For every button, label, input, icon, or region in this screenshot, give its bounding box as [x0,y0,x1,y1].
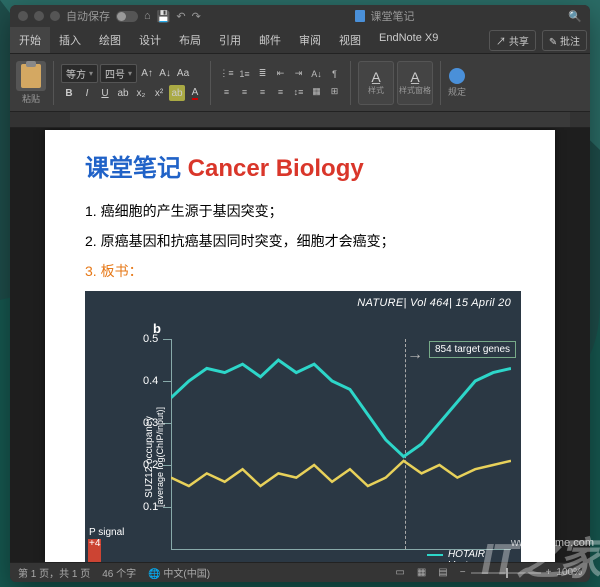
titlebar: 自动保存 ⌂ 💾 ↶ ↷ 课堂笔记 🔍 [10,5,590,27]
indent-left-icon[interactable]: ⇤ [272,65,289,82]
tab-insert[interactable]: 插入 [50,27,90,53]
tab-draw[interactable]: 绘图 [90,27,130,53]
subscript-icon[interactable]: x₂ [133,85,149,101]
tab-references[interactable]: 引用 [210,27,250,53]
font-size-dropdown[interactable]: 四号▾ [100,64,137,83]
page-title: 课堂笔记 Cancer Biology [85,148,525,183]
strike-icon[interactable]: ab [115,85,131,101]
chart-plot [171,339,511,549]
chevron-down-icon: ▾ [89,69,93,78]
chevron-down-icon: ▾ [128,69,132,78]
zoom-in-icon[interactable]: + [546,567,552,578]
document-icon [355,10,365,22]
zoom-value[interactable]: 100% [556,567,582,578]
highlight-icon[interactable]: ab [169,85,185,101]
align-left-icon[interactable]: ≡ [218,83,235,100]
search-icon[interactable]: 🔍 [568,10,582,23]
tab-review[interactable]: 审阅 [290,27,330,53]
doc-line-3: 3. 板书： [85,261,525,281]
statusbar: 第 1 页，共 1 页 46 个字 🌐 中文(中国) ▭ ▦ ▤ − + 100… [10,562,590,582]
close-icon[interactable] [18,11,28,21]
shading-icon[interactable]: ▦ [308,83,325,100]
status-page[interactable]: 第 1 页，共 1 页 [18,565,90,580]
align-center-icon[interactable]: ≡ [236,83,253,100]
legend-swatch-hotair [427,554,443,556]
bullet-list-icon[interactable]: ⋮≡ [218,65,235,82]
chart-source-label: NATURE| Vol 464| 15 April 20 [357,297,511,309]
paste-group[interactable]: 粘贴 [16,61,46,105]
print-layout-icon[interactable]: ▦ [417,567,426,578]
increase-font-icon[interactable]: A↑ [139,66,155,82]
menubar: 开始 插入 绘图 设计 布局 引用 邮件 审阅 视图 EndNote X9 ↗ … [10,27,590,54]
y-axis-label: SUZ12 occupancy[average log(ChIP/input)] [144,407,166,507]
status-lang[interactable]: 🌐 中文(中国) [148,565,210,580]
show-marks-icon[interactable]: ¶ [326,65,343,82]
redo-icon[interactable]: ↷ [192,10,201,23]
align-right-icon[interactable]: ≡ [254,83,271,100]
web-layout-icon[interactable]: ▤ [438,567,447,578]
tab-design[interactable]: 设计 [130,27,170,53]
zoom-out-icon[interactable]: − [460,567,466,578]
zoom-control[interactable]: − + 100% [460,567,582,578]
autosave-toggle[interactable] [116,11,138,22]
share-button[interactable]: ↗ 共享 [489,30,536,51]
font-color-icon[interactable]: A [187,85,203,101]
ruler-label: 规定 [448,85,466,98]
undo-icon[interactable]: ↶ [176,10,185,23]
styles-pane-button[interactable]: A̲样式窗格 [397,61,433,105]
ruler-horizontal[interactable] [10,112,590,128]
window-controls[interactable] [18,11,60,21]
tab-endnote[interactable]: EndNote X9 [370,27,447,53]
doc-line-1: 1. 癌细胞的产生源于基因突变； [85,201,525,221]
comment-button[interactable]: ✎ 批注 [542,30,587,51]
tab-home[interactable]: 开始 [10,27,50,53]
watermark-url: www.ithome.com [511,537,594,549]
autosave-label[interactable]: 自动保存 [66,8,110,24]
dictation-icon[interactable] [449,68,465,84]
chart-legend: HOTAIR Vector [427,549,485,562]
underline-icon[interactable]: U [97,85,113,101]
save-icon[interactable]: 💾 [157,10,171,23]
styles-button[interactable]: A̲样式 [358,61,394,105]
maximize-icon[interactable] [50,11,60,21]
justify-icon[interactable]: ≡ [272,83,289,100]
clear-format-icon[interactable]: Aa [175,66,191,82]
font-name-dropdown[interactable]: 等方▾ [61,64,98,83]
page: 课堂笔记 Cancer Biology 1. 癌细胞的产生源于基因突变； 2. … [45,130,555,562]
decrease-font-icon[interactable]: A↓ [157,66,173,82]
paste-icon[interactable] [16,61,46,91]
styles-group: A̲样式 A̲样式窗格 [358,61,433,105]
ribbon: 粘贴 等方▾ 四号▾ A↑ A↓ Aa B I U ab x₂ x² ab A [10,54,590,112]
bold-icon[interactable]: B [61,85,77,101]
embedded-chart-image[interactable]: NATURE| Vol 464| 15 April 20 b 0.10.20.3… [85,291,521,562]
font-group: 等方▾ 四号▾ A↑ A↓ Aa B I U ab x₂ x² ab A [61,64,203,101]
indent-right-icon[interactable]: ⇥ [290,65,307,82]
borders-icon[interactable]: ⊞ [326,83,343,100]
line-spacing-icon[interactable]: ↕≡ [290,83,307,100]
focus-mode-icon[interactable]: ▭ [395,567,404,578]
tab-view[interactable]: 视图 [330,27,370,53]
multilevel-icon[interactable]: ≣ [254,65,271,82]
document-title: 课堂笔记 [371,8,415,24]
tab-layout[interactable]: 布局 [170,27,210,53]
paste-label: 粘贴 [22,92,40,105]
ruler-group[interactable]: 规定 [448,68,466,98]
italic-icon[interactable]: I [79,85,95,101]
minimize-icon[interactable] [34,11,44,21]
doc-line-2: 2. 原癌基因和抗癌基因同时突变，细胞才会癌变； [85,231,525,251]
document-area: 课堂笔记 Cancer Biology 1. 癌细胞的产生源于基因突变； 2. … [10,128,590,562]
p-signal-label: P signal+4 [89,527,124,549]
status-words[interactable]: 46 个字 [102,565,136,580]
sort-icon[interactable]: A↓ [308,65,325,82]
superscript-icon[interactable]: x² [151,85,167,101]
home-icon[interactable]: ⌂ [144,10,151,22]
number-list-icon[interactable]: 1≡ [236,65,253,82]
paragraph-group: ⋮≡ 1≡ ≣ ⇤ ⇥ A↓ ¶ ≡ ≡ ≡ ≡ ↕≡ ▦ ⊞ [218,65,343,100]
tab-mail[interactable]: 邮件 [250,27,290,53]
